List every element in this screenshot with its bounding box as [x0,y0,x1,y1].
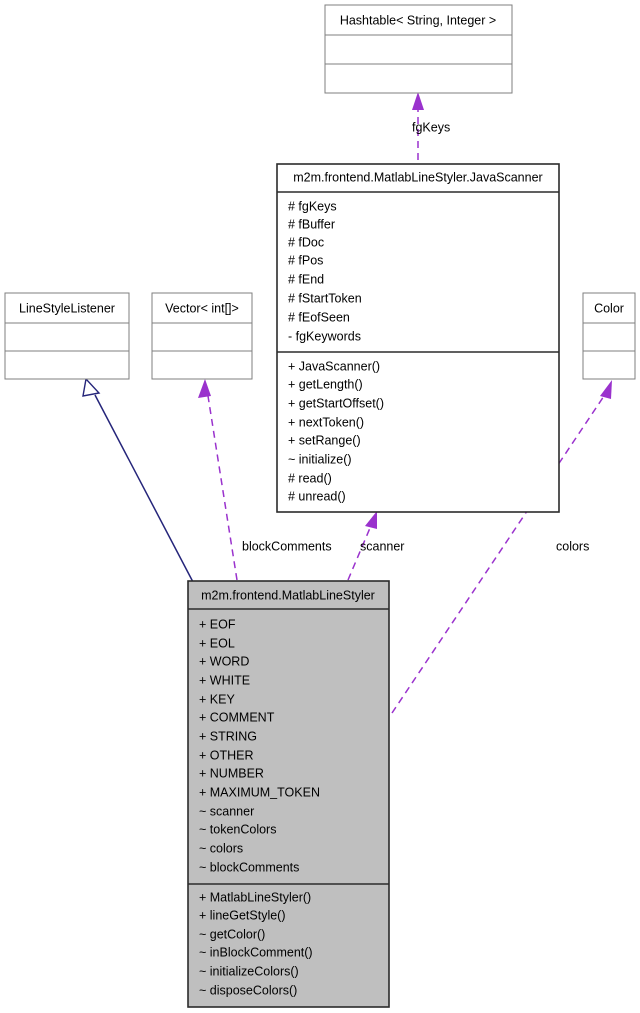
class-attribute: # fDoc [288,235,324,249]
class-operation: + lineGetStyle() [199,908,286,922]
edge-blockcomments-label: blockComments [242,539,332,553]
class-attribute: # fBuffer [288,217,335,231]
class-operation: + getLength() [288,377,363,391]
class-box-matlablinestyler[interactable]: m2m.frontend.MatlabLineStyler + EOF + EO… [187,580,390,1008]
class-attribute: ~ tokenColors [199,822,276,836]
class-attribute: # fPos [288,253,323,267]
class-attribute: ~ colors [199,841,243,855]
class-attribute: + WHITE [199,673,250,687]
class-operation: ~ initializeColors() [199,964,299,978]
edge-fgkeys-label: fgKeys [412,120,450,134]
class-attribute: + KEY [199,692,235,706]
class-attribute: + MAXIMUM_TOKEN [199,785,320,799]
edge-fgkeys: fgKeys [412,92,450,160]
edge-scanner: scanner [347,511,404,581]
edge-inheritance-arrowhead [82,377,101,397]
class-attribute: + OTHER [199,748,254,762]
edge-colors-label: colors [556,539,589,553]
class-operation: + JavaScanner() [288,359,380,373]
class-name-linestylelistener: LineStyleListener [19,301,115,315]
class-attribute: + WORD [199,654,249,668]
class-box-hashtable[interactable]: Hashtable< String, Integer > [324,4,513,94]
class-operation: + MatlabLineStyler() [199,890,311,904]
class-operation: ~ disposeColors() [199,983,297,997]
class-box-vector[interactable]: Vector< int[]> [151,292,253,380]
edge-scanner-label: scanner [360,539,404,553]
class-attribute: + EOF [199,617,236,631]
edge-fgkeys-arrowhead [412,92,424,110]
class-operation: ~ initialize() [288,452,352,466]
class-operation: ~ getColor() [199,927,265,941]
class-operation: + setRange() [288,433,361,447]
class-box-linestylelistener[interactable]: LineStyleListener [4,292,130,380]
class-attribute: ~ scanner [199,804,254,818]
class-attribute: ~ blockComments [199,860,299,874]
class-name-matlablinestyler: m2m.frontend.MatlabLineStyler [201,588,375,602]
edge-colors-arrowhead [600,380,612,399]
edge-inheritance-line [94,394,194,583]
class-attribute: # fEnd [288,272,324,286]
class-operation: + getStartOffset() [288,396,384,410]
class-operation: # read() [288,471,332,485]
class-attribute: # fStartToken [288,291,362,305]
class-attribute: + EOL [199,636,235,650]
class-operation: ~ inBlockComment() [199,945,313,959]
edge-blockcomments-line [207,395,238,581]
class-operation: # unread() [288,489,346,503]
class-name-javascanner: m2m.frontend.MatlabLineStyler.JavaScanne… [293,170,542,184]
uml-class-diagram: fgKeys blockComments scanner colors Hash… [4,4,636,1008]
class-attribute: + STRING [199,729,257,743]
edge-inheritance [82,377,194,583]
class-attribute: # fEofSeen [288,310,350,324]
class-attribute: + COMMENT [199,710,275,724]
edge-scanner-arrowhead [365,511,377,529]
class-name-color: Color [594,301,624,315]
class-name-hashtable: Hashtable< String, Integer > [340,13,496,27]
class-attribute: # fgKeys [288,199,337,213]
class-attribute: - fgKeywords [288,329,361,343]
edge-scanner-line [347,527,371,581]
class-box-javascanner[interactable]: m2m.frontend.MatlabLineStyler.JavaScanne… [276,163,560,513]
class-attribute: + NUMBER [199,766,264,780]
class-name-vector: Vector< int[]> [165,301,239,315]
edge-blockcomments-arrowhead [198,379,211,398]
class-box-color[interactable]: Color [582,292,636,380]
class-operation: + nextToken() [288,415,364,429]
